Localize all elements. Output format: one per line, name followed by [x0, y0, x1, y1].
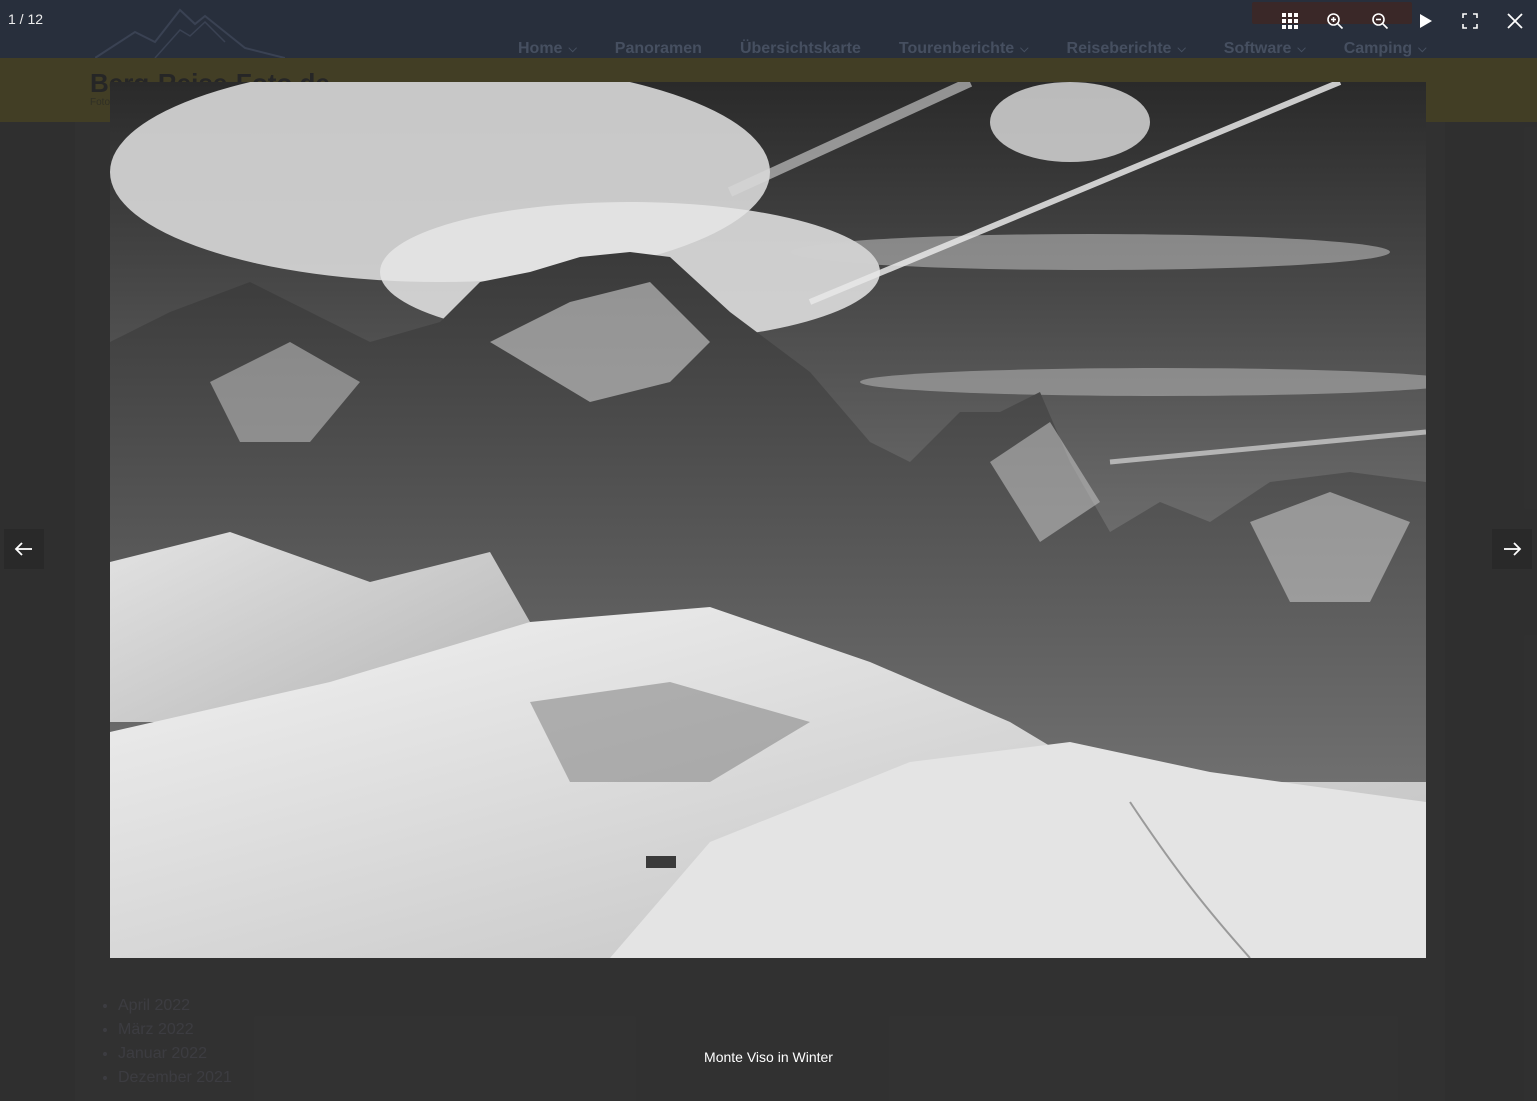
thumbnails-button[interactable]	[1267, 0, 1312, 42]
image-caption: Monte Viso in Winter	[704, 1049, 833, 1065]
zoom-in-icon	[1326, 13, 1343, 30]
fullscreen-button[interactable]	[1447, 0, 1492, 42]
lightbox-toolbar	[1267, 0, 1537, 42]
close-icon	[1506, 13, 1523, 29]
zoom-out-button[interactable]	[1357, 0, 1402, 42]
mountain-photo	[110, 82, 1426, 958]
arrow-left-icon	[14, 542, 32, 556]
zoom-in-button[interactable]	[1312, 0, 1357, 42]
image-counter: 1 / 12	[8, 11, 44, 27]
zoom-out-icon	[1371, 13, 1388, 30]
arrow-right-icon	[1504, 542, 1522, 556]
lightbox-image[interactable]	[110, 82, 1426, 958]
next-image-button[interactable]	[1492, 529, 1532, 569]
grid-icon	[1281, 13, 1298, 29]
previous-image-button[interactable]	[4, 529, 44, 569]
play-icon	[1419, 14, 1432, 28]
close-button[interactable]	[1492, 0, 1537, 42]
fullscreen-icon	[1461, 13, 1478, 29]
slideshow-button[interactable]	[1402, 0, 1447, 42]
